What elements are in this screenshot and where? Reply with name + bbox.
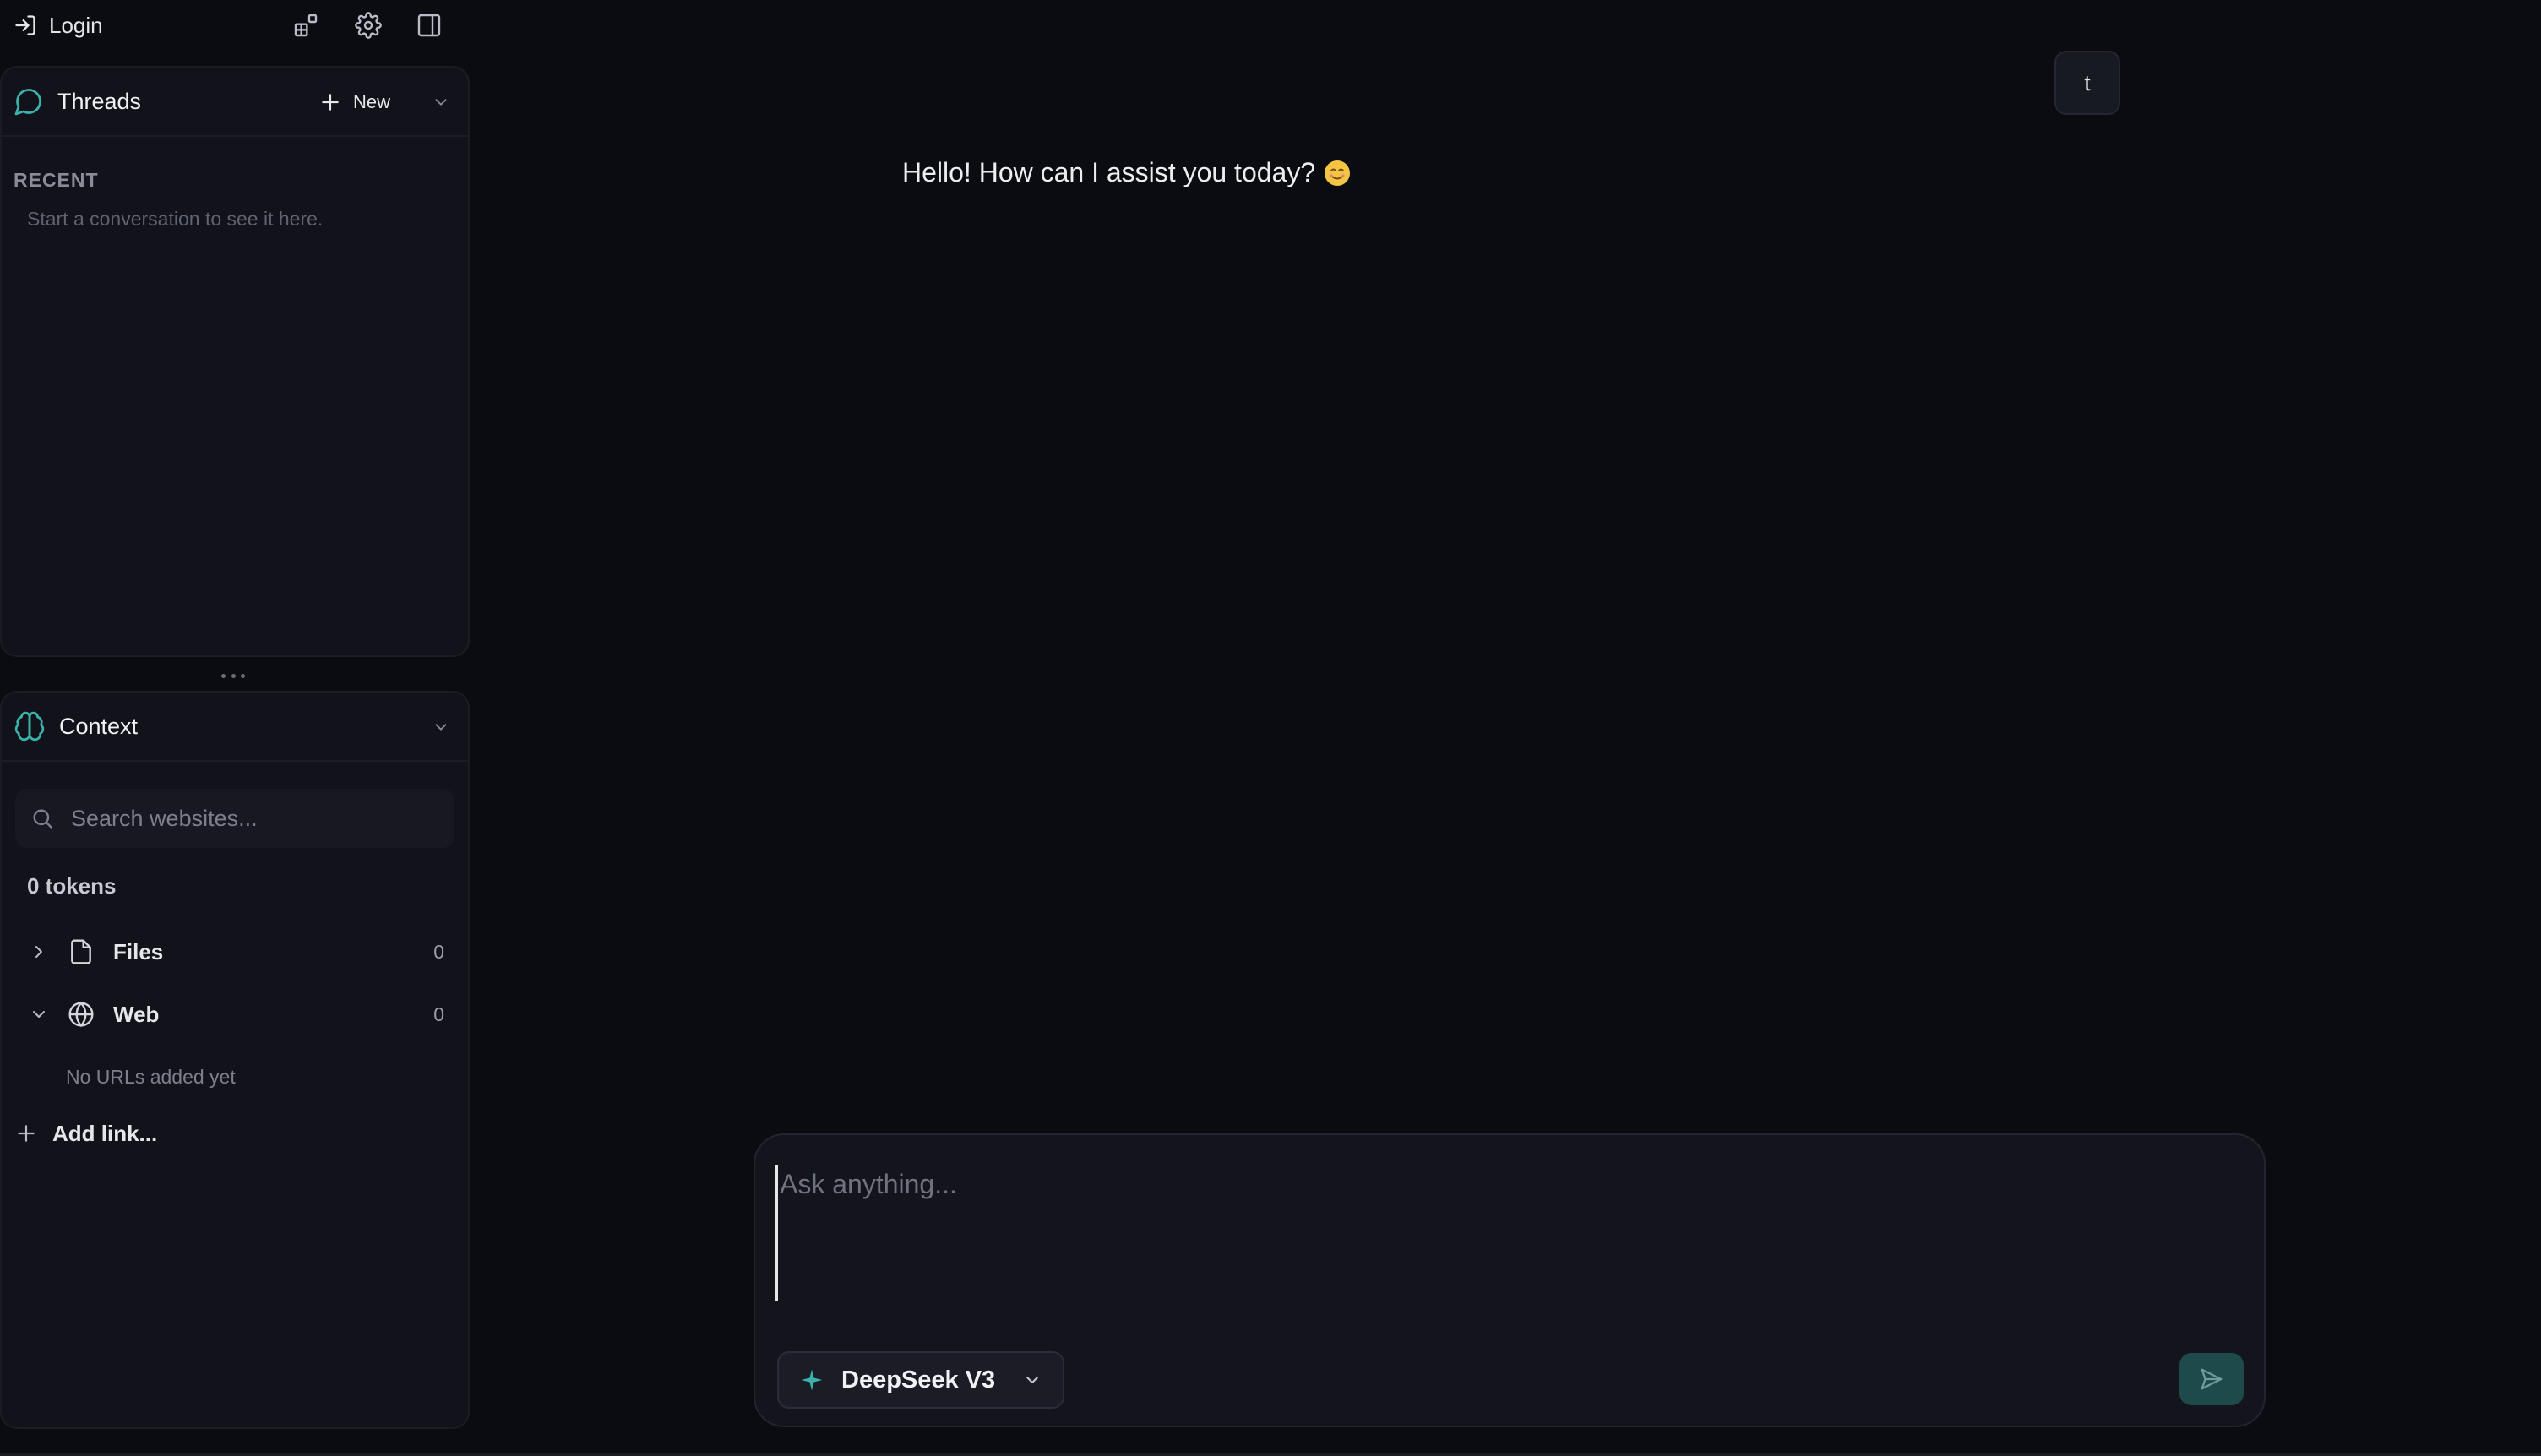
widgets-button[interactable] (287, 8, 324, 42)
globe-icon (64, 1001, 98, 1028)
user-message-bubble: t (2054, 51, 2120, 115)
web-count: 0 (433, 1002, 444, 1025)
add-link-button[interactable]: Add link... (12, 1111, 157, 1155)
file-icon (64, 938, 98, 965)
recent-empty-text: Start a conversation to see it here. (27, 208, 324, 230)
assistant-message: Hello! How can I assist you today? (902, 157, 1351, 188)
add-link-label: Add link... (52, 1120, 158, 1146)
assistant-message-text: Hello! How can I assist you today? (902, 157, 1316, 187)
recent-heading: RECENT (14, 169, 99, 191)
web-row[interactable]: Web 0 (14, 990, 456, 1039)
files-label: Files (113, 938, 164, 964)
context-header: Context (2, 693, 468, 762)
sidebar-toggle-button[interactable] (411, 8, 448, 42)
window-bottom-border (0, 1453, 2541, 1456)
context-collapse-button[interactable] (426, 711, 456, 743)
files-row[interactable]: Files 0 (14, 927, 456, 976)
sparkle-icon (799, 1367, 824, 1393)
chat-composer: DeepSeek V3 (754, 1133, 2266, 1427)
threads-header: Threads New (2, 68, 468, 137)
chevron-down-icon (432, 93, 450, 111)
chevron-right-icon (14, 942, 64, 962)
brain-icon (14, 710, 46, 742)
widgets-icon (292, 12, 319, 39)
threads-title: Threads (57, 88, 142, 114)
top-bar: Login (0, 0, 470, 54)
new-thread-label: New (353, 91, 391, 112)
web-label: Web (113, 1001, 160, 1027)
chevron-down-icon (1022, 1370, 1042, 1390)
plus-icon (15, 1122, 37, 1144)
chat-bubble-icon (14, 86, 44, 117)
model-selector[interactable]: DeepSeek V3 (777, 1351, 1064, 1409)
panel-resize-handle[interactable] (221, 671, 245, 681)
files-count: 0 (433, 940, 444, 963)
chevron-down-icon (14, 1004, 64, 1024)
context-panel: Context 0 tokens (0, 691, 470, 1429)
model-selector-label: DeepSeek V3 (841, 1366, 996, 1394)
threads-panel: Threads New RECENT Start a conversation … (0, 66, 470, 657)
gear-icon (355, 12, 382, 39)
sidebar-toggle-icon (416, 12, 443, 39)
context-title: Context (59, 713, 139, 739)
settings-button[interactable] (350, 8, 387, 42)
smiling-face-icon (1324, 160, 1351, 187)
send-icon (2199, 1366, 2224, 1392)
chevron-down-icon (432, 718, 450, 736)
threads-collapse-button[interactable] (426, 86, 456, 118)
website-search (15, 789, 454, 848)
search-websites-input[interactable] (69, 804, 439, 833)
login-label: Login (49, 12, 103, 38)
token-count: 0 tokens (27, 873, 117, 899)
search-icon (30, 807, 54, 830)
message-input[interactable] (775, 1165, 2245, 1301)
web-empty-text: No URLs added yet (66, 1066, 236, 1088)
login-button[interactable]: Login (7, 7, 110, 44)
plus-icon (319, 91, 341, 113)
new-thread-button[interactable]: New (313, 84, 397, 120)
send-button[interactable] (2179, 1353, 2244, 1405)
login-icon (14, 14, 37, 37)
